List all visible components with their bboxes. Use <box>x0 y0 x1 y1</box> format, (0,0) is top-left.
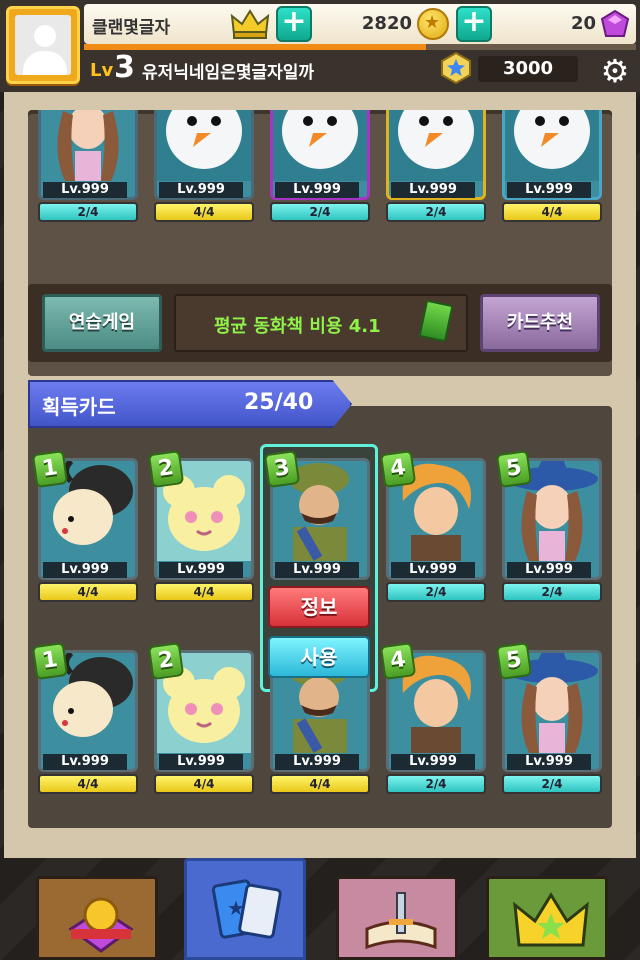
card-level: Lv.999 <box>43 182 127 198</box>
card-level: Lv.999 <box>391 562 475 578</box>
owned-card-bear[interactable]: Lv.999 4/4 2 <box>147 449 254 602</box>
deck-actions-bar: 연습게임 평균 동화책 비용 4.1 카드추천 <box>28 284 612 362</box>
owned-card-soldier[interactable]: Lv.999 3 <box>263 449 370 596</box>
deck-card-snowman[interactable]: Lv.999 2/4 <box>270 110 370 222</box>
owned-card-goat[interactable]: Lv.999 4/4 1 <box>31 641 138 794</box>
owned-card-goat[interactable]: Lv.999 4/4 1 <box>31 449 138 602</box>
card-level: Lv.999 <box>159 562 243 578</box>
card-cost-badge: 4 <box>379 449 417 489</box>
card-count: 4/4 <box>270 774 370 794</box>
crown-icon <box>230 9 270 39</box>
nav-tab-shop-coin[interactable] <box>36 876 158 960</box>
deck-card-snowman[interactable]: Lv.999 4/4 <box>502 110 602 222</box>
add-gems-button[interactable]: + <box>456 6 492 42</box>
level-row: Lv 3 유저닉네임은몇글자일까 3000 <box>84 50 584 86</box>
card-level: Lv.999 <box>275 182 359 198</box>
gem-count: 20 <box>570 13 596 34</box>
card-info-button[interactable]: 정보 <box>268 586 370 628</box>
owned-card-witch[interactable]: Lv.999 2/4 5 <box>495 449 602 602</box>
card-count: 2/4 <box>502 582 602 602</box>
coin-count: 2820 <box>361 13 412 34</box>
card-level: Lv.999 <box>275 754 359 770</box>
owned-cards-count: 25/40 <box>244 390 314 415</box>
nav-tab-crown-star[interactable] <box>486 876 608 960</box>
card-count: 4/4 <box>38 582 138 602</box>
owned-card-boy[interactable]: Lv.999 2/4 4 <box>379 641 486 794</box>
average-cost-box: 평균 동화책 비용 4.1 <box>174 294 468 352</box>
rank-star-icon <box>441 52 471 84</box>
owned-cards-title: 획득카드 <box>42 395 116 419</box>
nav-tab-storybook-sword[interactable] <box>336 876 458 960</box>
level-number: 3 <box>114 50 135 85</box>
green-book-icon <box>418 299 454 343</box>
card-level: Lv.999 <box>507 182 591 198</box>
deck-card-snowman[interactable]: Lv.999 2/4 <box>386 110 486 222</box>
card-cost-badge: 5 <box>495 449 533 489</box>
owned-card-witch[interactable]: Lv.999 2/4 5 <box>495 641 602 794</box>
card-recommend-button[interactable]: 카드추천 <box>480 294 600 352</box>
average-cost-text: 평균 동화책 비용 4.1 <box>214 316 381 337</box>
owned-card-boy[interactable]: Lv.999 2/4 4 <box>379 449 486 602</box>
card-level: Lv.999 <box>391 182 475 198</box>
card-count: 2/4 <box>386 774 486 794</box>
card-level: Lv.999 <box>507 562 591 578</box>
card-level: Lv.999 <box>391 754 475 770</box>
card-count: 4/4 <box>154 202 254 222</box>
card-count: 2/4 <box>38 202 138 222</box>
rank-points: 3000 <box>478 56 578 82</box>
card-count: 2/4 <box>270 202 370 222</box>
card-cost-badge: 3 <box>263 449 301 489</box>
header: 클랜몇글자 + 2820 + 20 Lv 3 유저닉네임은몇글자일까 3000 … <box>0 0 640 92</box>
card-level: Lv.999 <box>43 754 127 770</box>
card-level: Lv.999 <box>43 562 127 578</box>
nav-tab-cards-book[interactable]: ★ <box>184 858 306 960</box>
card-level: Lv.999 <box>159 754 243 770</box>
gem-icon <box>600 10 630 37</box>
card-count: 2/4 <box>502 774 602 794</box>
bottom-nav: ★ <box>0 858 640 960</box>
profile-avatar[interactable] <box>6 6 80 84</box>
add-coins-button[interactable]: + <box>276 6 312 42</box>
card-count: 4/4 <box>154 582 254 602</box>
resource-bar: 클랜몇글자 + 2820 + 20 <box>84 4 636 44</box>
user-name: 유저닉네임은몇글자일까 <box>142 63 315 83</box>
deck-card-witch[interactable]: Lv.999 2/4 <box>38 110 138 222</box>
clan-name: 클랜몇글자 <box>92 18 171 38</box>
level-label: Lv <box>90 60 114 81</box>
card-level: Lv.999 <box>159 182 243 198</box>
card-cost-badge: 1 <box>31 641 69 681</box>
card-count: 2/4 <box>386 582 486 602</box>
card-cost-badge: 1 <box>31 449 69 489</box>
card-count: 4/4 <box>502 202 602 222</box>
card-cost-badge: 4 <box>379 641 417 681</box>
card-cost-badge: 2 <box>147 641 185 681</box>
svg-text:★: ★ <box>227 896 245 920</box>
game-screen: 클랜몇글자 + 2820 + 20 Lv 3 유저닉네임은몇글자일까 3000 … <box>0 0 640 960</box>
owned-card-bear[interactable]: Lv.999 4/4 2 <box>147 641 254 794</box>
practice-game-button[interactable]: 연습게임 <box>42 294 162 352</box>
card-count: 4/4 <box>38 774 138 794</box>
card-count: 2/4 <box>386 202 486 222</box>
card-cost-badge: 2 <box>147 449 185 489</box>
card-level: Lv.999 <box>275 562 359 578</box>
avatar-placeholder-icon <box>15 15 71 75</box>
card-level: Lv.999 <box>507 754 591 770</box>
card-cost-badge: 5 <box>495 641 533 681</box>
owned-cards-banner: 획득카드 25/40 <box>28 380 352 428</box>
coin-icon <box>417 8 449 40</box>
card-count: 4/4 <box>154 774 254 794</box>
deck-card-snowman[interactable]: Lv.999 4/4 <box>154 110 254 222</box>
deck-board: Lv.999 2/4 Lv.999 4/4 Lv.999 2/4 Lv.999 2/4 Lv.9… <box>4 92 636 858</box>
card-use-button[interactable]: 사용 <box>268 636 370 678</box>
settings-gear-icon[interactable]: ⚙ <box>598 54 632 88</box>
